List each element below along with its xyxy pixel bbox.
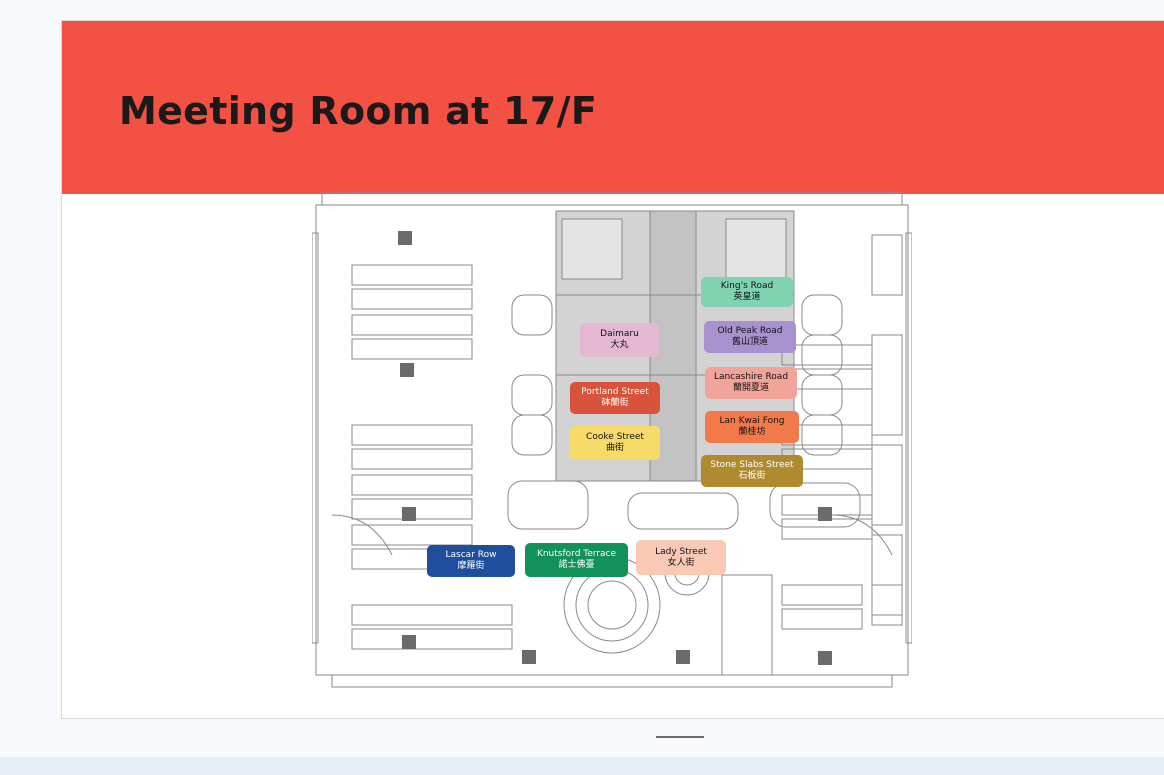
room-name-zh: 女人街	[667, 557, 695, 568]
room-tag-lascar-row[interactable]: Lascar Row 摩羅街	[427, 545, 515, 577]
room-name-en: Portland Street	[581, 387, 649, 397]
room-name-zh: 大丸	[610, 340, 629, 350]
room-tag-stone-slabs-street[interactable]: Stone Slabs Street 石板街	[701, 455, 803, 487]
room-name-en: Old Peak Road	[717, 326, 783, 336]
room-name-zh: 曲街	[605, 443, 624, 453]
room-name-zh: 蘭桂坊	[738, 427, 766, 437]
room-tag-lan-kwai-fong[interactable]: Lan Kwai Fong 蘭桂坊	[705, 411, 799, 443]
floor-plan: King's Road 英皇道 Daimaru 大丸 Old Peak Road…	[312, 185, 912, 690]
room-tag-cooke-street[interactable]: Cooke Street 曲街	[570, 426, 660, 460]
room-tag-old-peak-road[interactable]: Old Peak Road 舊山頂道	[704, 321, 796, 353]
room-tag-daimaru[interactable]: Daimaru 大丸	[580, 323, 659, 357]
room-name-en: Daimaru	[600, 329, 639, 339]
room-tag-kings-road[interactable]: King's Road 英皇道	[701, 277, 793, 307]
room-name-en: Cooke Street	[586, 432, 644, 442]
slide-indicator	[656, 736, 704, 738]
room-name-en: Lascar Row	[445, 550, 497, 560]
page-title: Meeting Room at 17/F	[119, 89, 598, 133]
room-name-en: Lan Kwai Fong	[719, 416, 785, 426]
room-name-zh: 舊山頂道	[731, 337, 768, 347]
room-tag-portland-street[interactable]: Portland Street 砵蘭街	[570, 382, 660, 414]
room-name-zh: 諾士佛臺	[558, 560, 595, 570]
room-tag-knutsford-terrace[interactable]: Knutsford Terrace 諾士佛臺	[525, 543, 628, 577]
room-name-en: Lancashire Road	[713, 372, 789, 382]
room-tag-lancashire-road[interactable]: Lancashire Road 蘭開夏道	[705, 367, 797, 399]
room-name-zh: 砵蘭街	[601, 398, 629, 408]
room-name-en: Knutsford Terrace	[536, 549, 617, 559]
room-name-en: Stone Slabs Street	[710, 460, 794, 470]
room-name-en: Lady Street	[655, 546, 707, 557]
room-name-zh: 石板街	[738, 471, 766, 481]
room-name-zh: 蘭開夏道	[732, 383, 769, 393]
room-name-zh: 摩羅街	[457, 561, 485, 571]
room-name-zh: 英皇道	[733, 292, 761, 302]
page-footer-band	[0, 757, 1164, 775]
room-name-en: King's Road	[720, 281, 774, 291]
room-tag-lady-street[interactable]: Lady Street 女人街	[636, 540, 726, 575]
slide-header: Meeting Room at 17/F	[62, 21, 1164, 194]
